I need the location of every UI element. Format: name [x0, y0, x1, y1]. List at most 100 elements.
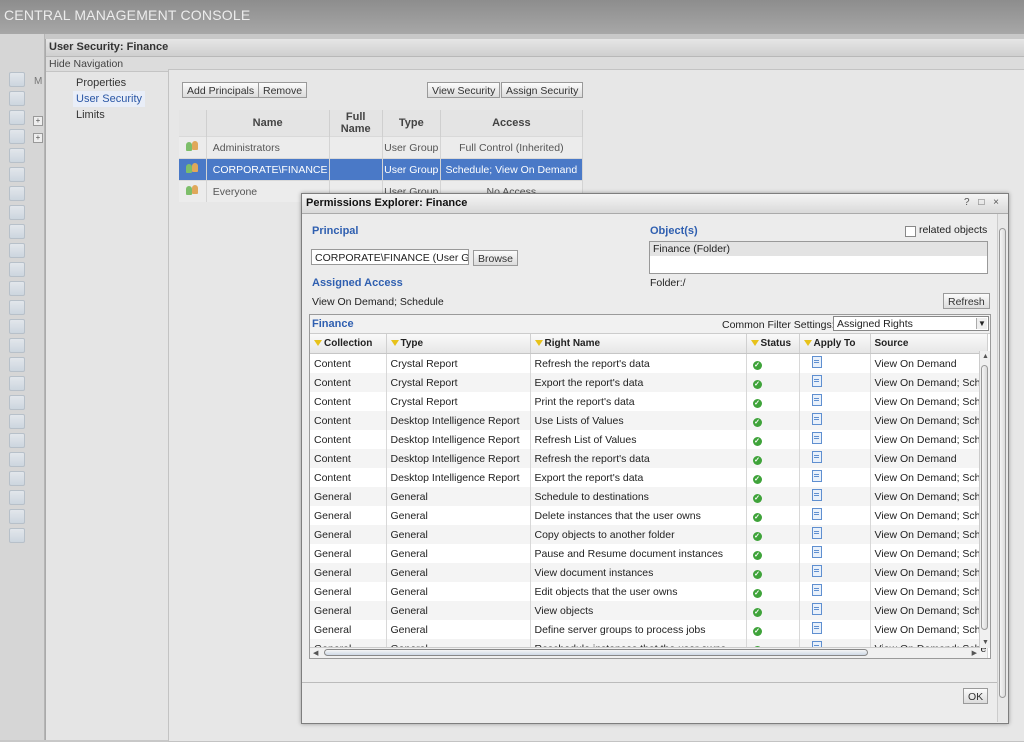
- status-cell: ✓: [746, 658, 799, 659]
- table-row[interactable]: Content Desktop Intelligence Report Refres…: [310, 449, 989, 468]
- table-row[interactable]: Content Desktop Intelligence Report Use Li…: [310, 411, 989, 430]
- collection-cell: General: [310, 601, 387, 620]
- nav-limits[interactable]: Limits: [76, 107, 145, 123]
- table-row[interactable]: General General View objects ✓ View On Deman…: [310, 601, 989, 620]
- col-source[interactable]: Source: [870, 334, 989, 354]
- users-icon[interactable]: [9, 167, 25, 182]
- scroll-thumb[interactable]: [999, 228, 1006, 698]
- settings-icon[interactable]: [9, 281, 25, 296]
- events-icon[interactable]: [9, 357, 25, 372]
- server-icon[interactable]: [9, 186, 25, 201]
- table-row[interactable]: General General View document instances ✓ Vi…: [310, 563, 989, 582]
- remove-button[interactable]: Remove: [258, 82, 308, 98]
- principal-type: User Group: [382, 158, 441, 181]
- promotion-icon[interactable]: [9, 509, 25, 524]
- granted-icon: ✓: [752, 607, 762, 617]
- category-icon[interactable]: [9, 129, 25, 144]
- table-row-selected[interactable]: CORPORATE\FINANCE User Group Schedule; V…: [179, 158, 584, 181]
- inbox-icon[interactable]: [9, 148, 25, 163]
- assign-security-button[interactable]: Assign Security: [501, 82, 584, 98]
- table-row[interactable]: General General Schedule to destinations ✓ V…: [310, 487, 989, 506]
- grid-vertical-scrollbar[interactable]: ▲ ▼: [979, 351, 990, 648]
- table-row[interactable]: Content Crystal Report Print the report's …: [310, 392, 989, 411]
- apply-to-cell: [799, 353, 871, 373]
- filter-select[interactable]: Assigned Rights ▼: [833, 316, 989, 331]
- col-type[interactable]: Type: [386, 334, 531, 354]
- access-level-icon[interactable]: [9, 262, 25, 277]
- apply-to-cell: [799, 411, 871, 430]
- object-item[interactable]: Finance (Folder): [650, 242, 987, 256]
- collection-cell: General: [310, 544, 387, 563]
- refresh-button[interactable]: Refresh: [943, 293, 990, 309]
- related-objects-checkbox[interactable]: [905, 226, 916, 237]
- calendar-icon[interactable]: [9, 205, 25, 220]
- expand-icon[interactable]: +: [33, 133, 43, 143]
- scroll-left-icon[interactable]: ◀: [313, 649, 318, 657]
- nav-properties[interactable]: Properties: [76, 75, 145, 91]
- expand-icon[interactable]: +: [33, 116, 43, 126]
- dialog-title[interactable]: Permissions Explorer: Finance: [302, 194, 1008, 214]
- type-cell: Crystal Report: [386, 353, 531, 373]
- ok-button[interactable]: OK: [963, 688, 989, 704]
- dialog-scrollbar[interactable]: [997, 214, 1008, 722]
- type-cell: Desktop Intelligence Report: [386, 430, 531, 449]
- add-principals-button[interactable]: Add Principals: [182, 82, 260, 98]
- filter-icon[interactable]: [390, 340, 399, 347]
- grid-title: Finance: [312, 318, 354, 330]
- table-row[interactable]: General General Delete instances that the …: [310, 506, 989, 525]
- federation-icon[interactable]: [9, 433, 25, 448]
- folder-icon[interactable]: [9, 91, 25, 106]
- monitoring-icon[interactable]: [9, 528, 25, 543]
- folder-icon[interactable]: [9, 110, 25, 125]
- table-row[interactable]: General General Pause and Resume document …: [310, 544, 989, 563]
- filter-icon[interactable]: [750, 340, 759, 347]
- col-status[interactable]: Status: [746, 334, 800, 354]
- audit-icon[interactable]: [9, 471, 25, 486]
- applications-icon[interactable]: [9, 338, 25, 353]
- filter-value: Assigned Rights: [837, 318, 913, 330]
- objects-list[interactable]: Finance (Folder): [649, 241, 988, 274]
- sessions-icon[interactable]: [9, 414, 25, 429]
- scroll-thumb[interactable]: [324, 649, 868, 656]
- dialog-controls[interactable]: ? □ ×: [964, 197, 1002, 208]
- granted-icon: ✓: [752, 398, 762, 408]
- col-access[interactable]: Access: [440, 110, 584, 137]
- col-right-name[interactable]: Right Name: [530, 334, 747, 354]
- table-row[interactable]: GeneralGeneralSchedule document to run✓V…: [310, 658, 988, 659]
- scroll-thumb[interactable]: [981, 365, 988, 630]
- connection-icon[interactable]: [9, 243, 25, 258]
- instances-icon[interactable]: [9, 376, 25, 391]
- filter-icon[interactable]: [803, 340, 812, 347]
- table-row[interactable]: Content Crystal Report Export the report's…: [310, 373, 989, 392]
- scroll-down-icon[interactable]: ▼: [982, 639, 989, 646]
- authentication-icon[interactable]: [9, 300, 25, 315]
- principal-field[interactable]: CORPORATE\FINANCE (User Group): [311, 249, 469, 265]
- source-cell: View On Demand; Sche: [870, 506, 989, 525]
- license-icon[interactable]: [9, 319, 25, 334]
- browse-button[interactable]: Browse: [473, 250, 519, 266]
- table-row[interactable]: Content Crystal Report Refresh the report'…: [310, 353, 989, 373]
- filter-icon[interactable]: [534, 340, 543, 347]
- table-row[interactable]: General General Define server groups to pr…: [310, 620, 989, 639]
- query-results-icon[interactable]: [9, 490, 25, 505]
- view-security-button[interactable]: View Security: [427, 82, 501, 98]
- table-row[interactable]: Administrators User Group Full Control (…: [179, 136, 584, 159]
- cms-icon[interactable]: [9, 72, 25, 87]
- calendars-icon[interactable]: [9, 395, 25, 410]
- grid-horizontal-scrollbar[interactable]: ◀ ▶: [310, 647, 980, 658]
- col-apply-to[interactable]: Apply To: [799, 334, 871, 354]
- col-collection[interactable]: Collection: [310, 334, 387, 354]
- table-row[interactable]: General General Copy objects to another fo…: [310, 525, 989, 544]
- table-row[interactable]: General General Edit objects that the user…: [310, 582, 989, 601]
- scroll-right-icon[interactable]: ▶: [972, 649, 977, 657]
- col-full-name[interactable]: Full Name: [329, 110, 383, 137]
- col-type[interactable]: Type: [382, 110, 441, 137]
- nav-user-security[interactable]: User Security: [73, 91, 146, 107]
- scroll-up-icon[interactable]: ▲: [982, 353, 989, 360]
- universe-icon[interactable]: [9, 224, 25, 239]
- filter-icon[interactable]: [314, 340, 322, 347]
- table-row[interactable]: Content Desktop Intelligence Report Refres…: [310, 430, 989, 449]
- table-row[interactable]: Content Desktop Intelligence Report Export…: [310, 468, 989, 487]
- cryptography-icon[interactable]: [9, 452, 25, 467]
- col-name[interactable]: Name: [206, 110, 330, 137]
